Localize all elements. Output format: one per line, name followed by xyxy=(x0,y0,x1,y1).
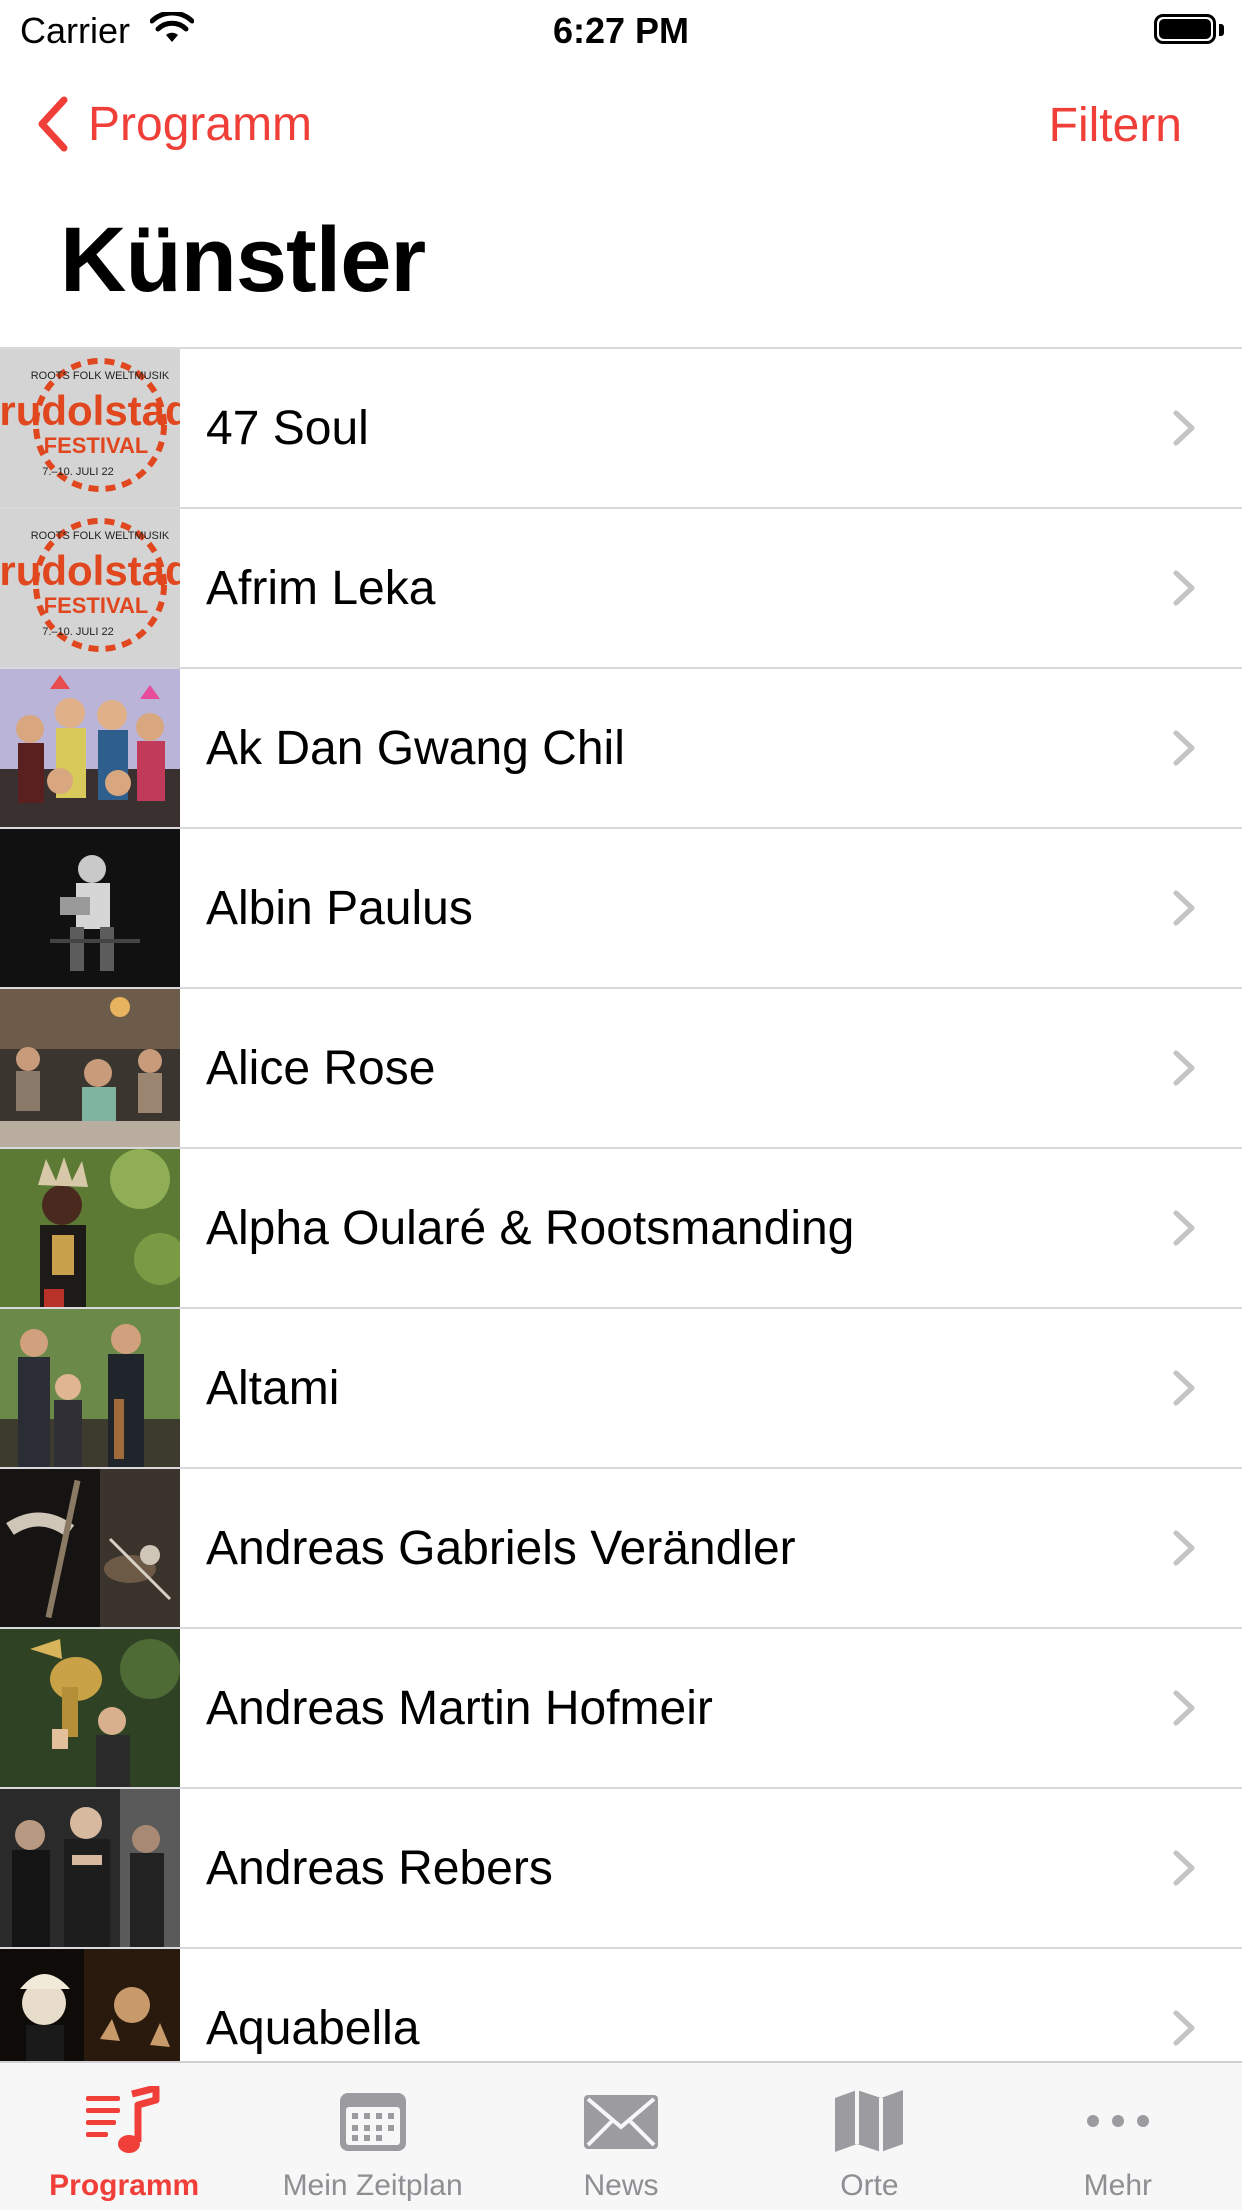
artist-row[interactable]: Ak Dan Gwang Chil xyxy=(0,669,1242,829)
chevron-right-icon xyxy=(1173,730,1195,766)
map-icon xyxy=(835,2090,904,2152)
artist-name: Aquabella xyxy=(206,2001,420,2055)
tab-news[interactable]: News xyxy=(497,2063,745,2210)
artist-photo xyxy=(0,1789,180,1947)
svg-text:rudolstadt: rudolstadt xyxy=(0,387,180,434)
chevron-right-icon xyxy=(1173,410,1195,446)
clock: 6:27 PM xyxy=(552,10,690,51)
svg-text:ROOTS FOLK WELTMUSIK: ROOTS FOLK WELTMUSIK xyxy=(31,370,170,382)
chevron-left-icon xyxy=(38,96,68,152)
svg-text:7.–10. JULI 22: 7.–10. JULI 22 xyxy=(42,626,114,638)
artist-photo xyxy=(0,829,180,987)
tab-label: News xyxy=(583,2169,659,2202)
artist-row[interactable]: Andreas Martin Hofmeir xyxy=(0,1629,1242,1789)
festival-logo-thumbnail: ROOTS FOLK WELTMUSIK rudolstadt FESTIVAL… xyxy=(0,509,180,667)
chevron-right-icon xyxy=(1173,1210,1195,1246)
artist-row[interactable]: Alice Rose xyxy=(0,989,1242,1149)
artist-photo xyxy=(0,1629,180,1787)
more-icon xyxy=(1086,2115,1149,2127)
artist-photo xyxy=(0,1149,180,1307)
artist-row[interactable]: ROOTS FOLK WELTMUSIK rudolstadt FESTIVAL… xyxy=(0,349,1242,509)
back-button[interactable]: Programm xyxy=(36,96,312,152)
page-title: Künstler xyxy=(60,209,426,311)
artist-photo xyxy=(0,669,180,827)
artist-row[interactable]: ROOTS FOLK WELTMUSIK rudolstadt FESTIVAL… xyxy=(0,509,1242,669)
music-list-icon xyxy=(86,2086,160,2153)
tab-label: Orte xyxy=(840,2169,899,2202)
artist-row[interactable]: Andreas Rebers xyxy=(0,1789,1242,1949)
svg-text:FESTIVAL: FESTIVAL xyxy=(44,593,149,618)
chevron-right-icon xyxy=(1173,1530,1195,1566)
artist-name: Andreas Rebers xyxy=(206,1841,553,1895)
envelope-icon xyxy=(584,2095,659,2149)
chevron-right-icon xyxy=(1173,890,1195,926)
chevron-right-icon xyxy=(1173,1050,1195,1086)
svg-text:7.–10. JULI 22: 7.–10. JULI 22 xyxy=(42,466,114,478)
tab-label: Programm xyxy=(49,2169,200,2202)
chevron-right-icon xyxy=(1173,1850,1195,1886)
artist-name: Ak Dan Gwang Chil xyxy=(206,721,625,775)
artist-photo xyxy=(0,1469,180,1627)
artist-row[interactable]: Altami xyxy=(0,1309,1242,1469)
artist-photo xyxy=(0,989,180,1147)
artist-row[interactable]: Albin Paulus xyxy=(0,829,1242,989)
svg-text:ROOTS FOLK WELTMUSIK: ROOTS FOLK WELTMUSIK xyxy=(31,530,170,542)
chevron-right-icon xyxy=(1173,1370,1195,1406)
artist-name: Andreas Martin Hofmeir xyxy=(206,1681,713,1735)
tab-programm[interactable]: Programm xyxy=(0,2063,248,2210)
status-bar: Carrier 6:27 PM xyxy=(0,0,1242,60)
tab-mehr[interactable]: Mehr xyxy=(994,2063,1242,2210)
artist-name: Altami xyxy=(206,1361,340,1415)
tab-bar: Programm Mein Zeitplan News Orte Mehr xyxy=(0,2061,1242,2210)
artist-name: Alpha Oularé & Rootsmanding xyxy=(206,1201,855,1255)
chevron-right-icon xyxy=(1173,570,1195,606)
artist-name: Andreas Gabriels Verändler xyxy=(206,1521,796,1575)
tab-mein-zeitplan[interactable]: Mein Zeitplan xyxy=(248,2063,496,2210)
navigation-bar: Programm Filtern xyxy=(0,80,1242,170)
tab-orte[interactable]: Orte xyxy=(745,2063,993,2210)
battery-icon xyxy=(1154,14,1226,48)
tab-label: Mehr xyxy=(1083,2169,1152,2202)
calendar-icon xyxy=(339,2093,406,2151)
artist-row[interactable]: Alpha Oularé & Rootsmanding xyxy=(0,1149,1242,1309)
chevron-right-icon xyxy=(1173,2010,1195,2046)
artist-photo xyxy=(0,1309,180,1467)
festival-logo-thumbnail: ROOTS FOLK WELTMUSIK rudolstadt FESTIVAL… xyxy=(0,349,180,507)
chevron-right-icon xyxy=(1173,1690,1195,1726)
back-button-label: Programm xyxy=(88,97,313,151)
artist-row[interactable]: Andreas Gabriels Verändler xyxy=(0,1469,1242,1629)
artist-name: Albin Paulus xyxy=(206,881,473,935)
svg-text:FESTIVAL: FESTIVAL xyxy=(44,433,149,458)
filter-button[interactable]: Filtern xyxy=(1049,98,1182,153)
artist-name: 47 Soul xyxy=(206,401,369,455)
tab-label: Mein Zeitplan xyxy=(282,2169,463,2202)
artist-name: Alice Rose xyxy=(206,1041,436,1095)
svg-text:rudolstadt: rudolstadt xyxy=(0,547,180,594)
artist-name: Afrim Leka xyxy=(206,561,436,615)
artist-list: ROOTS FOLK WELTMUSIK rudolstadt FESTIVAL… xyxy=(0,347,1242,2109)
